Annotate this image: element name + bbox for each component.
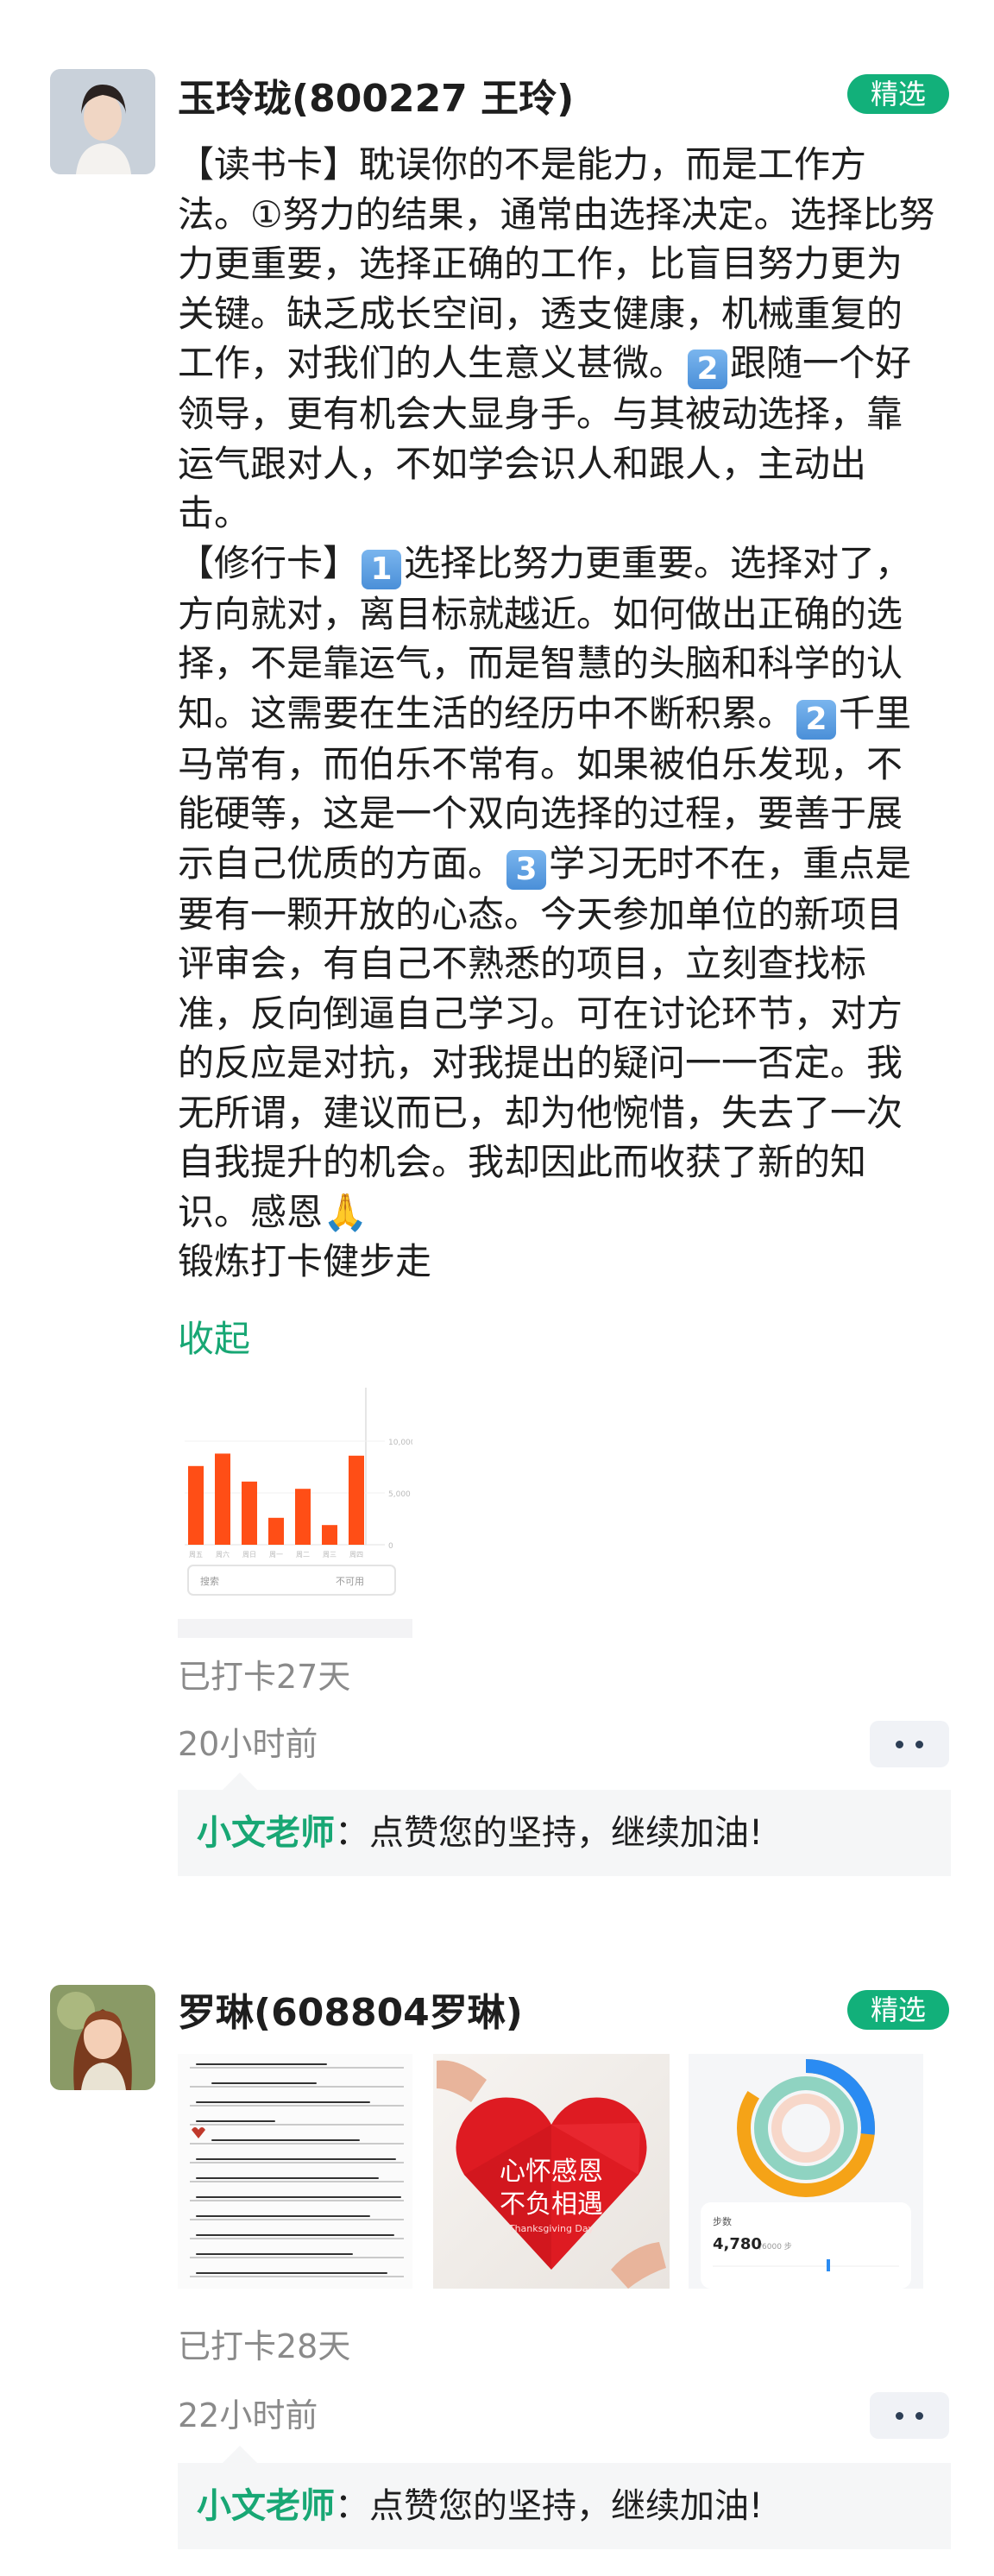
- x-tick-label: 周日: [242, 1551, 256, 1559]
- comment-text: ：点赞您的坚持，继续加油!: [335, 2486, 764, 2526]
- comment-text: ：点赞您的坚持，继续加油!: [335, 1813, 764, 1853]
- checkin-streak: 已打卡27天: [178, 1658, 351, 1696]
- number-2-icon: 2: [796, 699, 837, 740]
- step-bar: [242, 1481, 257, 1545]
- health-rings-image[interactable]: 步数 4,780 /6000 步: [689, 2054, 923, 2289]
- step-chart-image[interactable]: 10,000 5,000 0 周五 周六 周日 周一 周二 周三 周四 搜索 不可用: [178, 1379, 412, 1638]
- y-tick-label: 0: [388, 1542, 393, 1551]
- x-tick-label: 周一: [269, 1551, 283, 1559]
- avatar[interactable]: [50, 69, 155, 174]
- x-tick-label: 周五: [189, 1551, 203, 1559]
- steps-value: 4,780: [713, 2235, 762, 2253]
- card-subtitle: Thanksgiving Day: [508, 2223, 595, 2234]
- y-tick-label: 5,000: [388, 1490, 411, 1499]
- x-tick-label: 周四: [349, 1551, 363, 1559]
- chart-footer: [178, 1619, 412, 1638]
- comment-author[interactable]: 小文老师: [197, 1813, 335, 1853]
- post-text: 【读书卡】耽误你的不是能力，而是工作方法。①努力的结果，通常由选择决定。选择比努…: [178, 140, 937, 1287]
- number-2-icon: 2: [688, 350, 728, 389]
- author-name[interactable]: 罗琳(608804罗琳): [178, 1981, 523, 2037]
- post-text-part: 学习无时不在，重点是要有一颗开放的心态。今天参加单位的新项目评审会，有自己不熟悉…: [178, 841, 912, 1283]
- more-options-button[interactable]: [870, 1721, 949, 1767]
- post-time: 20小时前: [178, 1725, 318, 1763]
- number-1-icon: 1: [362, 549, 402, 589]
- comment: 小文老师：点赞您的坚持，继续加油!: [197, 1790, 763, 1876]
- chart-search-box: [187, 1565, 396, 1596]
- step-bar: [215, 1453, 230, 1545]
- card-text-line1: 心怀感恩: [500, 2157, 603, 2187]
- handwritten-notes-image[interactable]: [178, 2054, 412, 2289]
- comment-box: 小文老师：点赞您的坚持，继续加油!: [178, 2446, 951, 2549]
- steps-unit: /6000 步: [759, 2242, 792, 2252]
- dot-icon: [915, 2412, 923, 2420]
- featured-badge: 精选: [847, 1990, 949, 2030]
- chart-search-label: 搜索: [200, 1575, 219, 1587]
- checkin-streak: 已打卡28天: [178, 2327, 351, 2365]
- collapse-link[interactable]: 收起: [178, 1310, 250, 1363]
- post-time: 22小时前: [178, 2396, 318, 2434]
- chart-search-hint: 不可用: [336, 1576, 364, 1587]
- dot-icon: [896, 2412, 903, 2420]
- x-tick-label: 周三: [323, 1551, 337, 1559]
- x-tick-label: 周六: [216, 1550, 230, 1559]
- y-tick-label: 10,000: [388, 1439, 412, 1447]
- dot-icon: [915, 1741, 923, 1748]
- step-bar: [322, 1525, 337, 1545]
- comment-author[interactable]: 小文老师: [197, 2486, 335, 2526]
- comment-box: 小文老师：点赞您的坚持，继续加油!: [178, 1773, 951, 1876]
- step-bar-chart: 10,000 5,000 0 周五 周六 周日 周一 周二 周三 周四 搜索 不可用: [178, 1388, 412, 1638]
- dot-icon: [896, 1741, 903, 1748]
- author-name[interactable]: 玉玲珑(800227 王玲): [178, 67, 574, 123]
- step-bar: [349, 1455, 364, 1545]
- step-bar: [188, 1465, 204, 1545]
- number-3-icon: 3: [506, 849, 547, 890]
- steps-title: 步数: [713, 2216, 732, 2227]
- more-options-button[interactable]: [870, 2392, 949, 2439]
- thanksgiving-heart-image[interactable]: 心怀感恩 不负相遇 Thanksgiving Day: [433, 2054, 670, 2289]
- avatar[interactable]: [50, 1985, 155, 2090]
- card-text-line2: 不负相遇: [500, 2189, 603, 2220]
- step-bar: [295, 1489, 311, 1545]
- comment: 小文老师：点赞您的坚持，继续加油!: [197, 2463, 763, 2549]
- x-tick-label: 周二: [296, 1551, 310, 1559]
- featured-badge: 精选: [847, 74, 949, 114]
- step-bar: [268, 1517, 284, 1545]
